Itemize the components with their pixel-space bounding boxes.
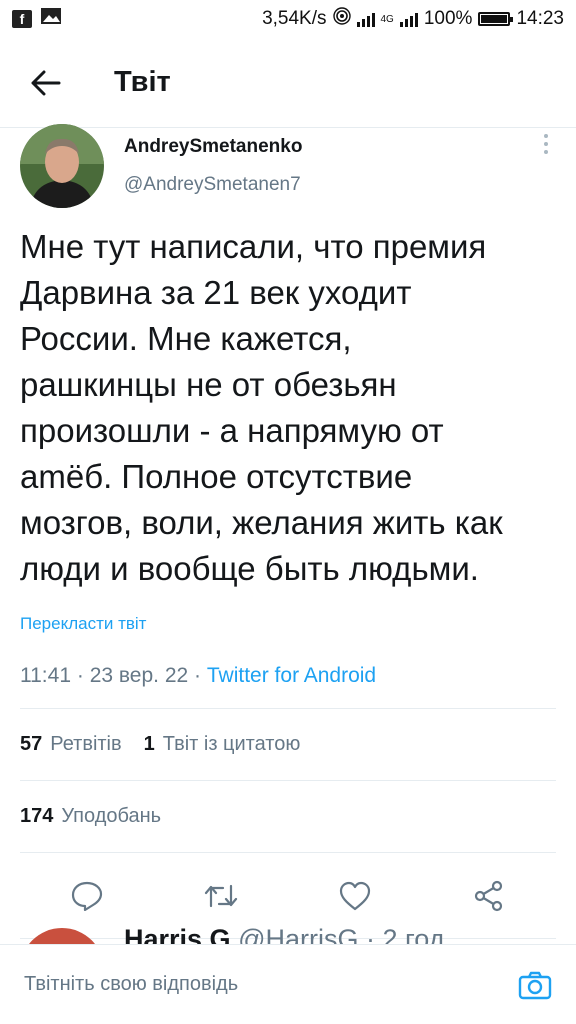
reply-input[interactable]: Твітніть свою відповідь bbox=[24, 973, 518, 996]
retweets-stat[interactable]: 57 Ретвітів bbox=[20, 733, 122, 756]
hotspot-icon bbox=[332, 7, 351, 31]
translate-tweet-link[interactable]: Перекласти твіт bbox=[20, 614, 556, 634]
page-title: Твіт bbox=[114, 66, 171, 98]
reply-handle: @HarrisG bbox=[238, 924, 359, 944]
display-name[interactable]: AndreySmetanenko bbox=[124, 136, 302, 158]
reply-composer[interactable]: Твітніть свою відповідь bbox=[0, 944, 576, 1024]
user-handle[interactable]: @AndreySmetanen7 bbox=[124, 174, 302, 196]
tweet-detail: AndreySmetanenko @AndreySmetanen7 Мне ту… bbox=[20, 124, 556, 939]
network-type: 4G bbox=[380, 13, 394, 25]
quotes-stat[interactable]: 1 Твіт із цитатою bbox=[144, 733, 301, 756]
reply-preview[interactable]: Harris G @HarrisG · 2 год bbox=[20, 910, 556, 944]
more-dot bbox=[544, 142, 548, 146]
retweet-icon bbox=[204, 884, 238, 907]
battery-percent: 100% bbox=[423, 8, 473, 29]
tweet-source-link[interactable]: Twitter for Android bbox=[207, 664, 376, 687]
back-button[interactable] bbox=[16, 53, 76, 113]
top-bar: Твіт bbox=[0, 38, 576, 128]
reply-display-name: Harris G bbox=[124, 924, 231, 944]
likes-label: Уподобань bbox=[61, 805, 162, 827]
author-names: AndreySmetanenko @AndreySmetanen7 bbox=[124, 124, 302, 196]
meta-separator: · bbox=[194, 664, 202, 687]
likes-stat[interactable]: 174 Уподобань bbox=[20, 805, 161, 828]
gallery-icon bbox=[40, 7, 62, 31]
net-speed: 3,54K/s bbox=[262, 8, 327, 29]
battery-icon bbox=[478, 12, 514, 26]
author-row: AndreySmetanenko @AndreySmetanen7 bbox=[20, 124, 556, 208]
arrow-left-icon bbox=[31, 70, 61, 95]
tweet-meta: 11:41 · 23 вер. 22 · Twitter for Android bbox=[20, 664, 556, 709]
reply-icon bbox=[71, 881, 103, 911]
facebook-icon: f bbox=[12, 10, 32, 28]
more-dot bbox=[544, 150, 548, 154]
avatar[interactable] bbox=[20, 124, 104, 208]
meta-separator: · bbox=[76, 664, 84, 687]
more-options-button[interactable] bbox=[536, 134, 556, 154]
retweet-stats: 57 Ретвітів 1 Твіт із цитатою bbox=[20, 709, 556, 781]
more-dot bbox=[544, 134, 548, 138]
share-icon bbox=[474, 880, 503, 911]
quotes-count: 1 bbox=[143, 733, 155, 755]
signal-icon-2 bbox=[399, 11, 418, 27]
tweet-time: 11:41 bbox=[20, 664, 71, 687]
signal-icon bbox=[356, 11, 375, 27]
likes-stats: 174 Уподобань bbox=[20, 781, 556, 853]
camera-button[interactable] bbox=[518, 970, 552, 1000]
reply-header: Harris G @HarrisG · 2 год bbox=[124, 924, 444, 944]
retweets-label: Ретвітів bbox=[50, 733, 122, 755]
likes-count: 174 bbox=[20, 805, 54, 827]
retweets-count: 57 bbox=[20, 733, 43, 755]
reply-avatar[interactable] bbox=[20, 928, 104, 944]
status-bar: f 3,54K/s 4G 100% 14:23 bbox=[0, 0, 576, 38]
status-left: f bbox=[12, 7, 62, 31]
like-icon bbox=[339, 881, 371, 910]
reply-time: · 2 год bbox=[366, 924, 445, 944]
camera-icon bbox=[518, 971, 552, 999]
tweet-date: 23 вер. 22 bbox=[89, 664, 189, 687]
quotes-label: Твіт із цитатою bbox=[162, 733, 301, 755]
status-right: 3,54K/s 4G 100% 14:23 bbox=[262, 7, 564, 31]
tweet-text: Мне тут написали, что премия Дарвина за … bbox=[20, 228, 503, 587]
clock: 14:23 bbox=[516, 8, 564, 29]
